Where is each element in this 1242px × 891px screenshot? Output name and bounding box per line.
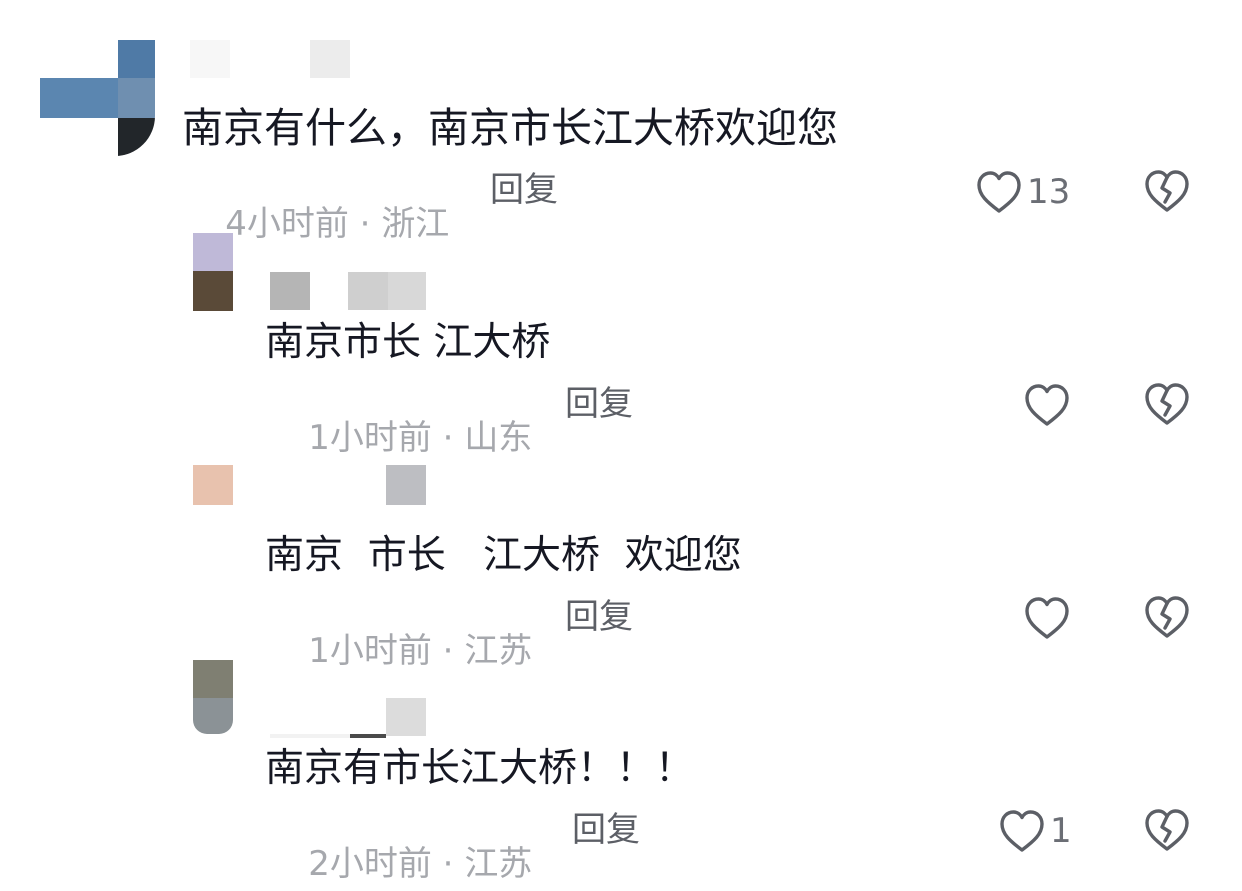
- username-redacted[interactable]: [270, 698, 430, 738]
- username-redacted[interactable]: [270, 465, 430, 505]
- comment-text: 南京 市长 江大桥 欢迎您: [265, 533, 742, 578]
- meta-separator: ·: [431, 418, 465, 458]
- reply-button[interactable]: 回复: [490, 173, 558, 207]
- broken-heart-icon: [1143, 807, 1191, 853]
- reply-button[interactable]: 回复: [565, 387, 633, 421]
- like-count: 1: [1050, 811, 1072, 851]
- comment-time: 2小时前: [308, 844, 432, 884]
- comment-time: 1小时前: [308, 631, 432, 671]
- dislike-button[interactable]: [1143, 807, 1191, 853]
- avatar[interactable]: [193, 233, 233, 311]
- like-count: 13: [1027, 172, 1071, 212]
- broken-heart-icon: [1143, 168, 1191, 214]
- like-button[interactable]: [1023, 594, 1075, 642]
- dislike-button[interactable]: [1143, 594, 1191, 640]
- broken-heart-icon: [1143, 594, 1191, 640]
- heart-outline-icon: [998, 808, 1046, 854]
- comment-text: 南京有什么，南京市长江大桥欢迎您: [182, 104, 838, 152]
- comment-list: 南京有什么，南京市长江大桥欢迎您 4小时前 · 浙江 回复 13 南京市长 江大…: [0, 0, 1242, 891]
- avatar[interactable]: [40, 40, 155, 156]
- comment-time: 4小时前: [225, 204, 349, 244]
- heart-outline-icon: [975, 169, 1023, 215]
- avatar[interactable]: [193, 660, 233, 734]
- heart-outline-icon: [1023, 595, 1071, 641]
- broken-heart-icon: [1143, 381, 1191, 427]
- like-button[interactable]: 1: [998, 807, 1072, 855]
- dislike-button[interactable]: [1143, 168, 1191, 214]
- reply-button[interactable]: 回复: [565, 600, 633, 634]
- avatar[interactable]: [193, 465, 233, 505]
- like-button[interactable]: 13: [975, 168, 1070, 216]
- username-redacted[interactable]: [190, 40, 350, 78]
- username-redacted[interactable]: [270, 272, 430, 310]
- comment-text: 南京有市长江大桥！！！: [265, 746, 695, 791]
- comment-time: 1小时前: [308, 418, 432, 458]
- heart-outline-icon: [1023, 382, 1071, 428]
- comment-text: 南京市长 江大桥: [265, 320, 551, 365]
- meta-separator: ·: [348, 204, 382, 244]
- comment-location: 山东: [464, 418, 533, 458]
- reply-button[interactable]: 回复: [572, 813, 640, 847]
- comment-meta: 2小时前 · 江苏: [265, 813, 532, 891]
- like-button[interactable]: [1023, 381, 1075, 429]
- comment-location: 浙江: [381, 204, 450, 244]
- comment-meta: 1小时前 · 江苏: [265, 600, 532, 702]
- comment-location: 江苏: [464, 631, 533, 671]
- comment-location: 江苏: [464, 844, 533, 884]
- meta-separator: ·: [431, 631, 465, 671]
- meta-separator: ·: [431, 844, 465, 884]
- dislike-button[interactable]: [1143, 381, 1191, 427]
